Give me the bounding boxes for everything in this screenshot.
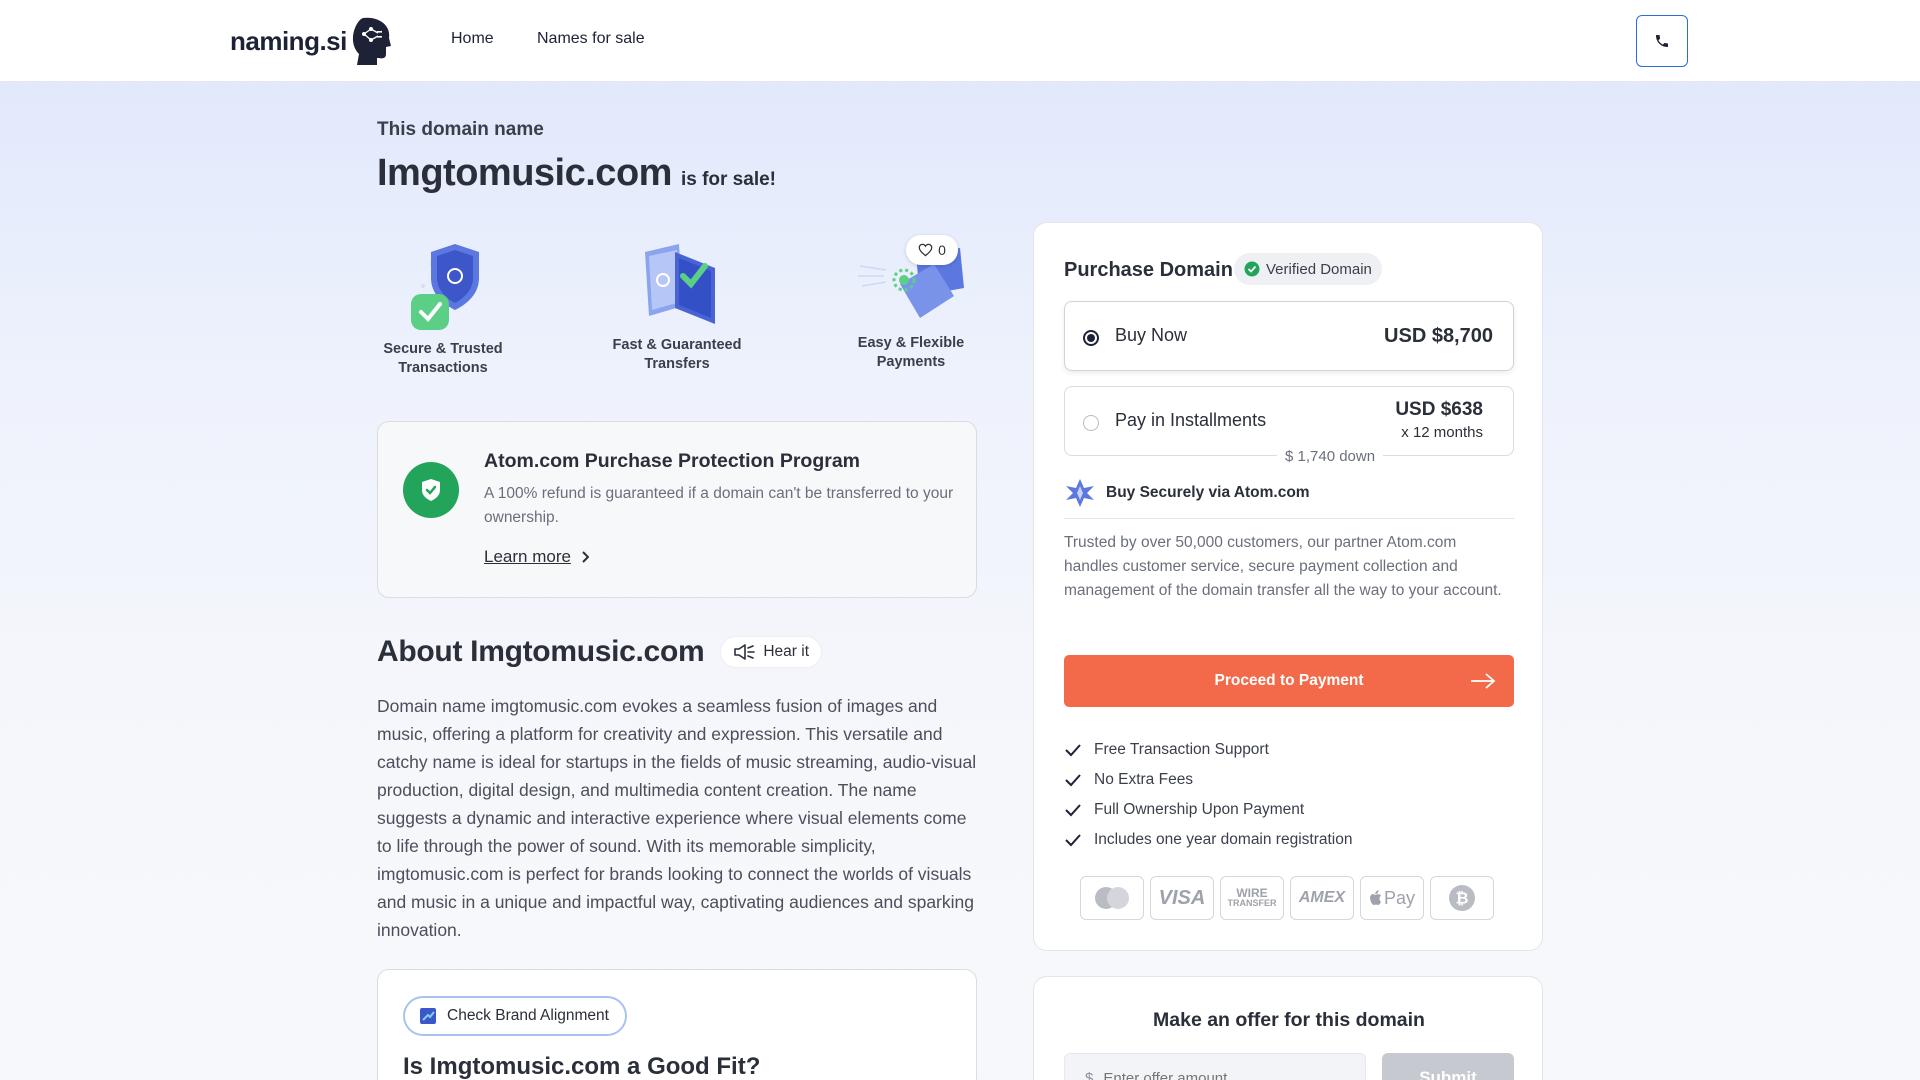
verified-label: Verified Domain — [1266, 260, 1372, 278]
protection-title: Atom.com Purchase Protection Program — [484, 450, 861, 472]
benefit-item: No Extra Fees — [1064, 765, 1352, 795]
protection-desc: A 100% refund is guaranteed if a domain … — [484, 485, 954, 526]
proceed-to-payment-button[interactable]: Proceed to Payment — [1064, 655, 1514, 707]
benefit-item: Full Ownership Upon Payment — [1064, 795, 1352, 825]
check-icon — [1065, 834, 1081, 847]
installments-price: USD $638 — [1395, 399, 1483, 420]
domain-title: Imgtomusic.com — [377, 152, 672, 194]
benefit-item: Free Transaction Support — [1064, 735, 1352, 765]
hero-eyebrow: This domain name — [377, 119, 544, 140]
benefits-list: Free Transaction Support No Extra Fees F… — [1064, 735, 1352, 855]
site-header: naming.si Home Names for sale — [0, 0, 1920, 82]
installments-down-payment: $ 1,740 down — [1277, 448, 1384, 470]
brand-check-icon — [420, 1008, 436, 1024]
learn-more-label: Learn more — [484, 547, 571, 566]
nav-names-for-sale[interactable]: Names for sale — [537, 30, 645, 48]
wire-transfer-icon: WIRE TRANSFER — [1220, 876, 1284, 920]
feature-label: Easy & Flexible Payments — [857, 335, 965, 370]
purchase-card: Purchase Domain Verified Domain Buy Now … — [1033, 222, 1543, 951]
protection-shield-icon — [403, 462, 459, 518]
svg-text:₿: ₿ — [1455, 889, 1468, 908]
chevron-right-icon — [582, 551, 589, 563]
for-sale-text: is for sale! — [680, 169, 776, 190]
divider — [1064, 518, 1514, 519]
offer-currency: $ — [1085, 1069, 1094, 1080]
verified-badge: Verified Domain — [1234, 253, 1382, 285]
feature-transfers: Fast & Guaranteed Transfers — [592, 232, 762, 374]
proceed-label: Proceed to Payment — [1214, 672, 1364, 689]
hear-it-button[interactable]: Hear it — [720, 636, 822, 668]
buy-now-price: USD $8,700 — [1384, 325, 1493, 347]
transfer-cards-icon — [645, 244, 715, 324]
offer-title: Make an offer for this domain — [1153, 1009, 1425, 1031]
like-button[interactable]: 0 — [906, 235, 958, 265]
logo-text: naming.si — [230, 25, 347, 56]
fit-title: Is Imgtomusic.com a Good Fit? — [403, 1053, 761, 1080]
verified-check-icon — [1244, 261, 1260, 277]
phone-icon — [1656, 35, 1668, 47]
benefit-item: Includes one year domain registration — [1064, 825, 1352, 855]
check-icon — [1065, 804, 1081, 817]
offer-submit-button[interactable]: Submit — [1382, 1053, 1514, 1080]
feature-secure: Secure & Trusted Transactions — [358, 232, 528, 378]
hero-title-row: Imgtomusic.com is for sale! — [377, 152, 776, 195]
learn-more-link[interactable]: Learn more — [484, 547, 589, 567]
logo-head-icon — [352, 17, 391, 65]
about-header: About Imgtomusic.com Hear it — [377, 635, 822, 669]
speaker-icon — [734, 644, 756, 660]
installments-months: x 12 months — [1401, 424, 1483, 441]
feature-label: Fast & Guaranteed Transfers — [612, 337, 742, 372]
installments-radio[interactable] — [1083, 415, 1099, 431]
check-icon — [1065, 774, 1081, 787]
check-brand-alignment-button[interactable]: Check Brand Alignment — [403, 996, 627, 1036]
hear-it-label: Hear it — [763, 643, 809, 660]
offer-amount-field[interactable]: $ — [1064, 1053, 1366, 1080]
amex-icon: AMEX — [1290, 876, 1354, 920]
buy-now-radio[interactable] — [1083, 330, 1099, 346]
heart-icon — [918, 243, 933, 257]
mastercard-icon — [1080, 876, 1144, 920]
offer-card: Make an offer for this domain $ Submit — [1033, 976, 1543, 1080]
feature-label: Secure & Trusted Transactions — [383, 341, 503, 376]
about-description: Domain name imgtomusic.com evokes a seam… — [377, 696, 977, 940]
brand-fit-card: Check Brand Alignment Is Imgtomusic.com … — [377, 969, 977, 1080]
site-logo[interactable]: naming.si — [230, 14, 393, 68]
apple-pay-icon: Pay — [1360, 876, 1424, 920]
buy-now-option[interactable]: Buy Now USD $8,700 — [1064, 301, 1514, 371]
visa-icon: VISA — [1150, 876, 1214, 920]
atom-logo-icon — [1066, 479, 1094, 507]
buy-now-label: Buy Now — [1115, 325, 1188, 345]
arrow-right-icon — [1471, 673, 1496, 689]
installments-option[interactable]: Pay in Installments USD $638 x 12 months — [1064, 386, 1514, 456]
like-count: 0 — [938, 242, 946, 258]
check-icon — [1065, 744, 1081, 757]
brand-pill-label: Check Brand Alignment — [447, 1007, 609, 1024]
protection-card: Atom.com Purchase Protection Program A 1… — [377, 421, 977, 598]
payment-methods: VISA WIRE TRANSFER AMEX Pay ₿ — [1080, 876, 1494, 920]
atom-secure-row: Buy Securely via Atom.com — [1064, 478, 1310, 508]
purchase-title: Purchase Domain — [1064, 259, 1233, 281]
trust-text: Trusted by over 50,000 customers, our pa… — [1064, 534, 1502, 599]
phone-button[interactable] — [1636, 15, 1688, 67]
atom-label: Buy Securely via Atom.com — [1106, 484, 1310, 501]
installments-label: Pay in Installments — [1115, 410, 1267, 430]
nav-home[interactable]: Home — [451, 30, 494, 48]
shield-check-icon — [411, 244, 479, 330]
about-title: About Imgtomusic.com — [377, 635, 705, 668]
bitcoin-icon: ₿ — [1430, 876, 1494, 920]
offer-amount-input[interactable] — [1103, 1069, 1344, 1080]
